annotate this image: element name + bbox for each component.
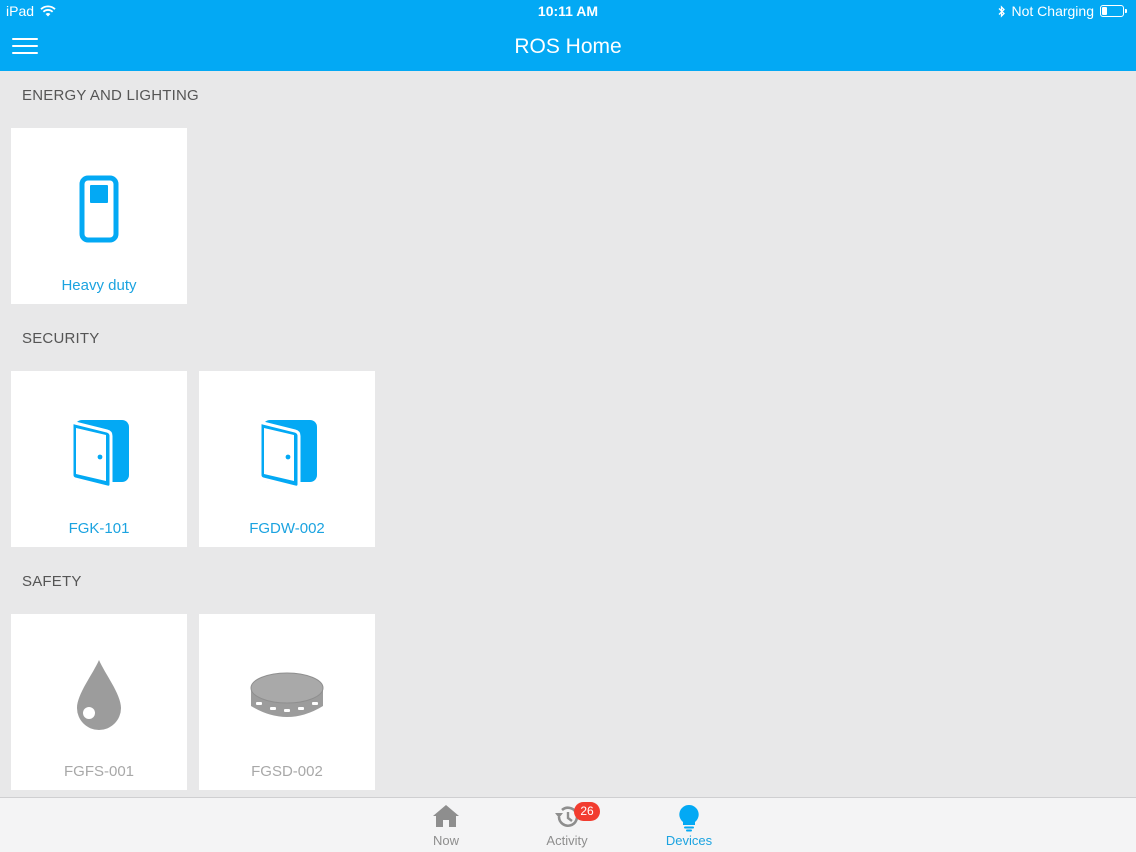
door-sensor-icon: [70, 420, 129, 489]
charging-status: Not Charging: [1011, 3, 1095, 19]
house-icon: [433, 805, 459, 827]
flood-sensor-icon: [77, 660, 121, 730]
tab-activity[interactable]: 26 Activity: [522, 798, 612, 852]
page-title: ROS Home: [514, 35, 622, 58]
device-tile-fgsd-002[interactable]: FGSD-002: [199, 614, 375, 790]
device-label: Heavy duty: [61, 277, 137, 294]
device-tile-fgk-101[interactable]: FGK-101: [11, 371, 187, 547]
section-title-safety: SAFETY: [22, 573, 82, 590]
section-title-energy: ENERGY AND LIGHTING: [22, 87, 199, 104]
status-right: Not Charging: [998, 3, 1127, 19]
device-label: FGDW-002: [249, 520, 325, 537]
tab-label: Now: [432, 833, 459, 848]
section-title-security: SECURITY: [22, 330, 100, 347]
tab-label: Activity: [546, 833, 588, 848]
lightbulb-icon: [679, 804, 699, 832]
tab-label: Devices: [665, 833, 713, 848]
bluetooth-icon: [998, 4, 1005, 18]
status-bar: iPad 10:11 AM Not Charging: [0, 0, 1136, 24]
devices-content: ENERGY AND LIGHTING Heavy duty SECURITY …: [0, 71, 1136, 797]
device-label: FGFS-001: [63, 763, 135, 780]
device-tile-heavy-duty[interactable]: Heavy duty: [11, 128, 187, 304]
switch-icon: [79, 175, 119, 243]
smoke-detector-icon: [250, 672, 324, 717]
device-tile-fgfs-001[interactable]: FGFS-001: [11, 614, 187, 790]
battery-icon: [1100, 5, 1127, 17]
tab-devices[interactable]: Devices: [644, 798, 734, 852]
tab-bar: Now 26 Activity Devices: [0, 797, 1136, 852]
door-sensor-icon: [258, 420, 317, 489]
tab-now[interactable]: Now: [401, 798, 491, 852]
status-time: 10:11 AM: [537, 3, 599, 19]
device-tile-fgdw-002[interactable]: FGDW-002: [199, 371, 375, 547]
device-label: FGK-101: [68, 520, 130, 537]
activity-badge: 26: [574, 802, 600, 821]
device-label: FGSD-002: [251, 763, 323, 780]
navigation-bar: ROS Home: [0, 24, 1136, 71]
